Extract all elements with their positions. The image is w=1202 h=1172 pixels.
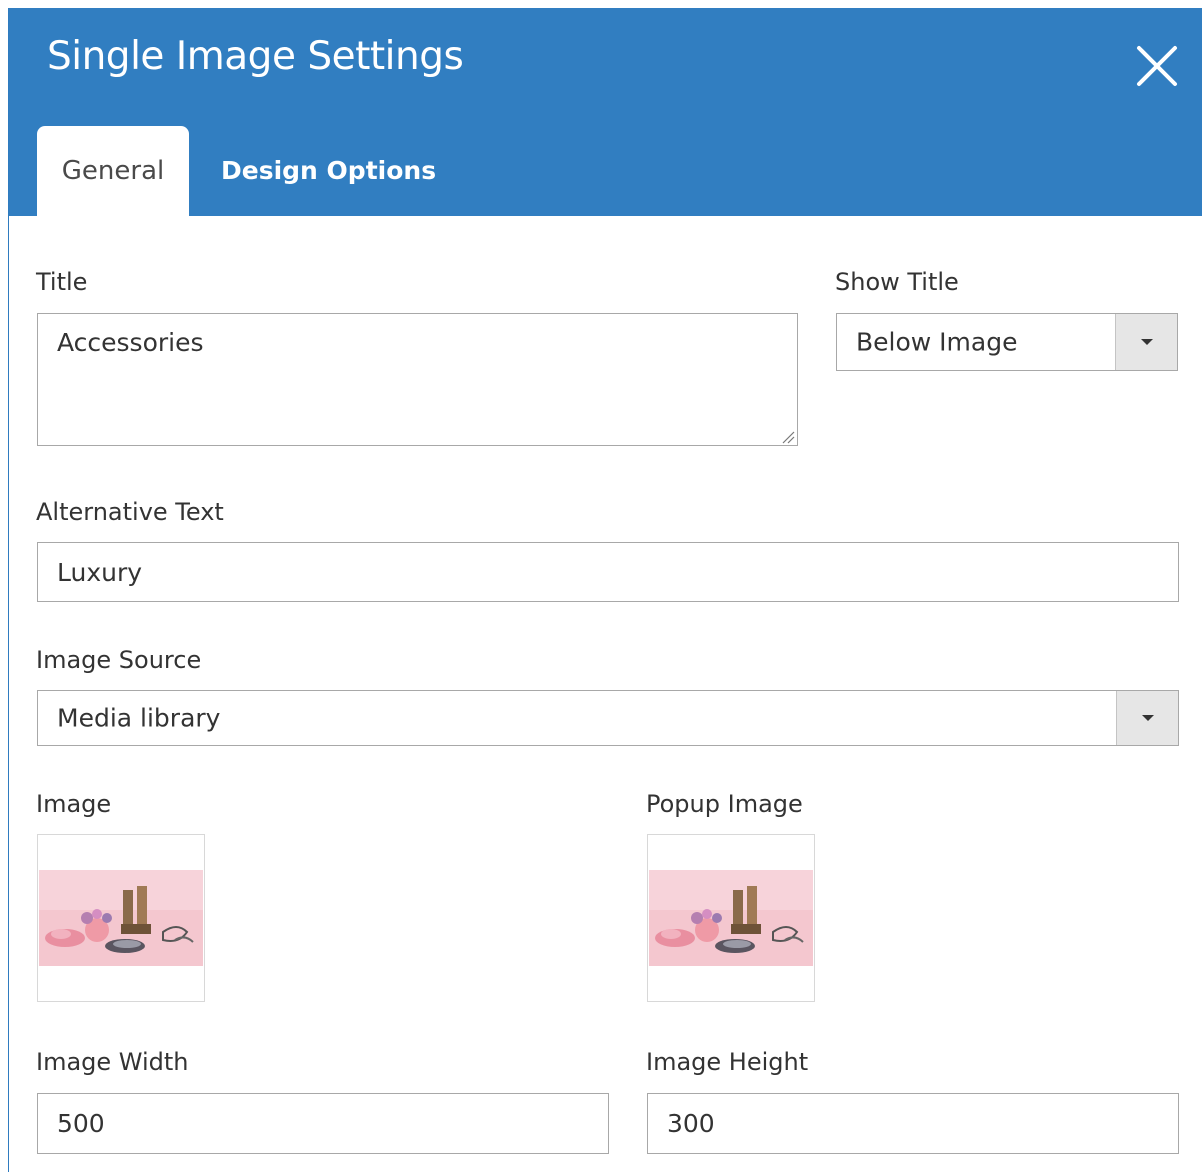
title-textarea[interactable]: Accessories bbox=[37, 313, 798, 446]
image-source-dropdown-toggle[interactable] bbox=[1116, 691, 1178, 745]
image-source-select[interactable]: Media library bbox=[37, 690, 1179, 746]
image-width-input[interactable] bbox=[37, 1093, 609, 1154]
image-source-value: Media library bbox=[57, 703, 221, 733]
chevron-down-icon bbox=[1141, 715, 1154, 721]
accessories-photo-thumbnail bbox=[39, 870, 203, 966]
show-title-select[interactable]: Below Image bbox=[836, 313, 1178, 371]
show-title-value: Below Image bbox=[856, 327, 1018, 357]
dialog-title: Single Image Settings bbox=[47, 34, 464, 79]
close-icon bbox=[1133, 42, 1181, 90]
alt-text-input[interactable] bbox=[37, 542, 1179, 602]
show-title-label: Show Title bbox=[835, 268, 959, 296]
close-button[interactable] bbox=[1133, 42, 1181, 90]
tab-general[interactable]: General bbox=[37, 126, 189, 216]
accessories-photo-thumbnail bbox=[649, 870, 813, 966]
popup-image-label: Popup Image bbox=[646, 790, 803, 818]
chevron-down-icon bbox=[1140, 339, 1153, 345]
single-image-settings-dialog: Single Image Settings General Design Opt… bbox=[8, 8, 1202, 1172]
image-width-label: Image Width bbox=[36, 1048, 189, 1076]
image-source-label: Image Source bbox=[36, 646, 202, 674]
tab-design-options[interactable]: Design Options bbox=[221, 126, 436, 216]
alt-text-label: Alternative Text bbox=[36, 498, 224, 526]
image-height-label: Image Height bbox=[646, 1048, 809, 1076]
title-label: Title bbox=[36, 268, 88, 296]
popup-image-thumbnail[interactable] bbox=[647, 834, 815, 1002]
show-title-dropdown-toggle[interactable] bbox=[1115, 314, 1177, 370]
image-thumbnail[interactable] bbox=[37, 834, 205, 1002]
title-field-wrapper: Accessories bbox=[37, 313, 798, 446]
resize-grip-icon[interactable] bbox=[781, 429, 795, 444]
image-height-input[interactable] bbox=[647, 1093, 1179, 1154]
dialog-header: Single Image Settings General Design Opt… bbox=[9, 8, 1202, 216]
image-label: Image bbox=[36, 790, 112, 818]
